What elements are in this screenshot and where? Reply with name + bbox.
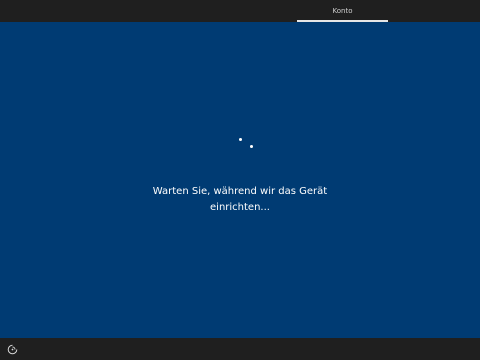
setup-screen: Warten Sie, während wir das Gerät einric… <box>0 22 480 338</box>
spinner-dot <box>250 145 253 148</box>
tab-konto-label: Konto <box>332 7 353 15</box>
top-bar: Konto <box>0 0 480 22</box>
setup-message: Warten Sie, während wir das Gerät einric… <box>0 184 480 216</box>
ease-of-access-icon <box>7 344 17 354</box>
spinner-dot <box>239 138 242 141</box>
setup-message-line-1: Warten Sie, während wir das Gerät <box>152 186 328 197</box>
setup-message-line-2: einrichten... <box>210 202 270 213</box>
tab-konto[interactable]: Konto <box>297 0 388 22</box>
loading-spinner <box>0 22 480 338</box>
ease-of-access-button[interactable] <box>4 341 20 357</box>
bottom-bar <box>0 338 480 360</box>
